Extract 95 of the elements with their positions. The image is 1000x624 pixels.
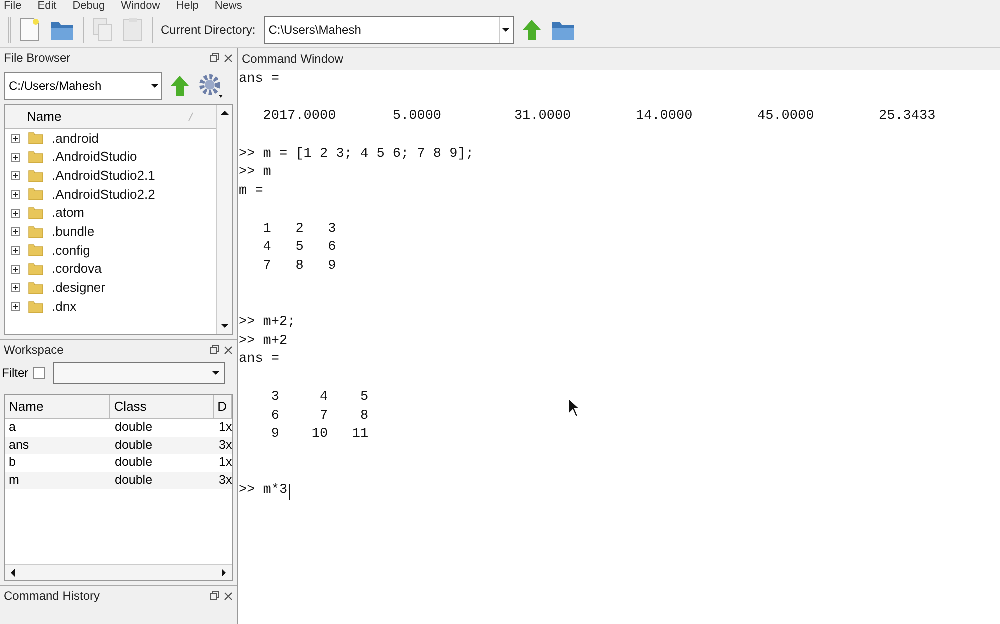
menu-item[interactable]: News: [214, 0, 242, 12]
tree-item[interactable]: .AndroidStudio: [5, 148, 216, 166]
filter-label: Filter: [2, 365, 29, 382]
filter-checkbox[interactable]: [32, 367, 45, 379]
console-line: 1 2 3: [262, 220, 336, 239]
console-line: 9 10 11: [270, 426, 369, 444]
table-cell-text: ans: [8, 436, 30, 454]
filter-field[interactable]: [52, 362, 225, 384]
folder-icon: [28, 300, 44, 314]
folder-icon: [28, 224, 44, 239]
tree-item[interactable]: .config: [5, 241, 216, 260]
expand-icon[interactable]: [11, 264, 20, 274]
mouse-cursor-icon: [568, 398, 580, 418]
scroll-right-icon[interactable]: [220, 568, 228, 576]
table-cell-text: b: [8, 454, 17, 472]
console-line: 4 5 6: [262, 239, 336, 258]
scroll-down-icon[interactable]: [502, 26, 510, 34]
menu-item[interactable]: Edit: [38, 0, 57, 12]
close-icon[interactable]: [224, 54, 233, 62]
expand-icon[interactable]: [11, 246, 20, 255]
console-line: >> m+2;: [239, 314, 296, 332]
expand-icon[interactable]: [11, 134, 20, 143]
console-line: 7 8 9: [262, 258, 336, 276]
panel-title: Workspace: [4, 342, 64, 359]
tree-item[interactable]: .cordova: [5, 260, 216, 278]
panel-title: File Browser: [4, 50, 71, 67]
horizontal-scrollbar[interactable]: [5, 564, 232, 580]
console-line: ans =: [239, 71, 280, 89]
scroll-down-icon[interactable]: [151, 82, 159, 90]
tree-item[interactable]: .dnx: [5, 297, 216, 316]
table-cell-text: 1x: [218, 419, 232, 436]
close-icon[interactable]: [224, 592, 233, 600]
console-line: m =: [239, 183, 264, 202]
undock-icon[interactable]: [210, 345, 220, 355]
undock-icon[interactable]: [210, 591, 220, 601]
scroll-left-icon[interactable]: [9, 568, 17, 576]
folder-icon: [28, 131, 44, 146]
directory-dropdown[interactable]: C:\Users\Mahesh: [264, 16, 514, 44]
column-header[interactable]: D: [214, 395, 232, 418]
expand-icon[interactable]: [11, 171, 20, 180]
expand-icon[interactable]: [11, 283, 20, 292]
tree-item[interactable]: .AndroidStudio2.2: [5, 185, 216, 204]
table-cell-text: 1x: [218, 454, 232, 472]
gear-icon[interactable]: [198, 73, 224, 99]
console-line: 3 4 5: [270, 388, 369, 407]
table-cell-text: double: [114, 419, 154, 436]
table-cell-text: m: [8, 472, 20, 489]
expand-icon[interactable]: [11, 227, 20, 236]
expand-icon[interactable]: [11, 208, 20, 218]
scroll-down-icon[interactable]: [212, 369, 220, 377]
tree-item[interactable]: .bundle: [5, 222, 216, 242]
scroll-up-icon[interactable]: [220, 109, 228, 117]
tree-item[interactable]: .atom: [5, 204, 216, 222]
tree-item[interactable]: .android: [5, 129, 216, 148]
new-file-icon[interactable]: [19, 16, 41, 42]
scrollbar[interactable]: [216, 105, 232, 334]
expand-icon[interactable]: [11, 302, 20, 312]
path-dropdown[interactable]: C:/Users/Mahesh: [4, 72, 162, 100]
console-line: >> m = [1 2 3; 4 5 6; 7 8 9];: [239, 146, 474, 164]
folder-icon: [28, 168, 44, 183]
console-line: >> m: [239, 164, 272, 182]
console-line: ans =: [239, 351, 280, 370]
column-header[interactable]: Class: [110, 395, 214, 418]
menu-item[interactable]: Help: [176, 0, 199, 12]
column-header[interactable]: Name: [5, 395, 110, 418]
command-input[interactable]: >> m*3: [239, 482, 290, 502]
table-cell-text: 3x: [218, 436, 232, 454]
scroll-down-icon[interactable]: [220, 322, 228, 330]
panel-title: Command Window: [242, 51, 344, 68]
tree-item[interactable]: .AndroidStudio2.1: [5, 166, 216, 186]
table-cell-text: 3x: [218, 472, 232, 489]
panel-title: Command History: [4, 588, 100, 605]
table-cell-text: double: [114, 472, 154, 489]
menu-item[interactable]: File: [4, 0, 22, 12]
expand-icon[interactable]: [11, 190, 20, 199]
console-line: 6 7 8: [270, 408, 369, 426]
folder-icon: [28, 262, 44, 276]
menu-item[interactable]: Debug: [72, 0, 106, 12]
folder-icon: [28, 280, 44, 295]
close-icon[interactable]: [224, 346, 233, 354]
tree-item[interactable]: .designer: [5, 278, 216, 298]
folder-icon: [28, 150, 44, 164]
folder-icon: [28, 243, 44, 258]
table-cell-text: a: [8, 419, 17, 436]
expand-icon[interactable]: [11, 152, 20, 162]
column-header[interactable]: Name: [27, 106, 62, 126]
field-label: Current Directory:: [161, 22, 256, 38]
menu-item[interactable]: Window: [121, 0, 160, 12]
console-line: 2017.0000 5.0000 31.0000 14.0000 45.0000 25.3433: [262, 108, 936, 126]
table-cell-text: double: [114, 454, 154, 472]
console-line: >> m+2: [239, 332, 288, 351]
folder-icon: [28, 206, 44, 220]
table-cell-text: double: [114, 436, 154, 454]
undock-icon[interactable]: [210, 53, 220, 63]
folder-icon: [28, 187, 44, 202]
